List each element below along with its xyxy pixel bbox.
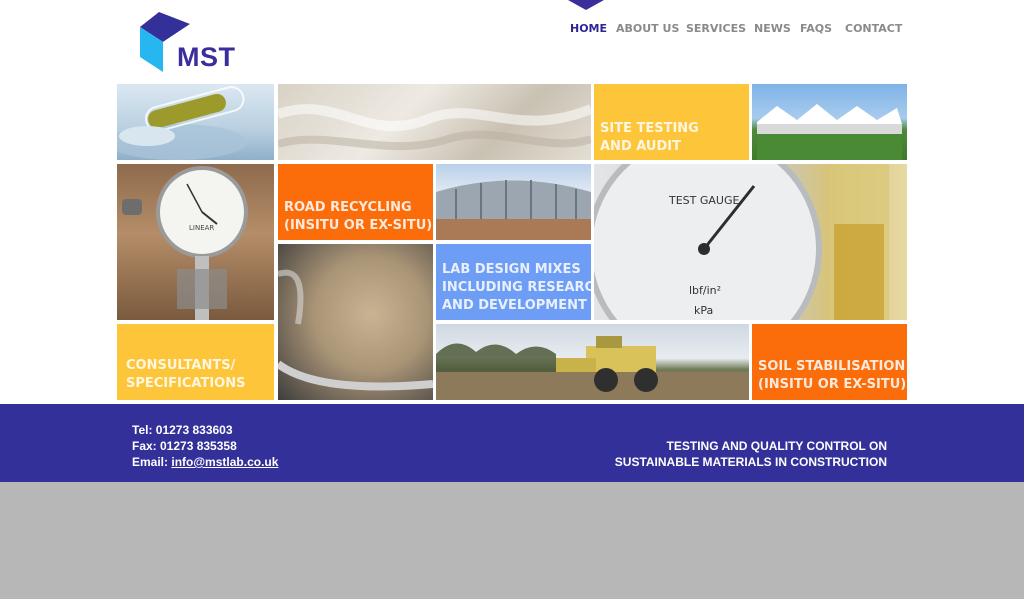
contact-fax: Fax: 01273 835358 xyxy=(132,439,237,453)
contact-tel: Tel: 01273 833603 xyxy=(132,423,233,437)
footer-bar: Tel: 01273 833603 Fax: 01273 835358 Emai… xyxy=(0,404,1024,482)
photo-dial-gauge[interactable]: LINEAR xyxy=(117,164,274,320)
photo-test-tube[interactable] xyxy=(117,84,274,160)
nav-news[interactable]: NEWS xyxy=(754,22,791,35)
tile-road-recycling-label: ROAD RECYCLING (INSITU OR EX-SITU) xyxy=(284,200,433,233)
photo-road-machine[interactable] xyxy=(436,324,749,400)
photo-aggregate-bowl[interactable] xyxy=(278,244,433,400)
contact-email-link[interactable]: info@mstlab.co.uk xyxy=(171,455,278,469)
tile-lab-design-label: LAB DESIGN MIXES INCLUDING RESEARCH AND … xyxy=(442,262,591,313)
tile-consultants[interactable]: CONSULTANTS/ SPECIFICATIONS xyxy=(117,324,274,400)
photo-test-gauge[interactable]: TEST GAUGE lbf/in² kPa xyxy=(594,164,907,320)
photo-construction-site[interactable] xyxy=(436,164,591,240)
tile-soil-stabilisation-label: SOIL STABILISATION (INSITU OR EX-SITU) xyxy=(758,359,907,392)
nav-home[interactable]: HOME xyxy=(570,22,607,35)
tile-site-testing-label: SITE TESTING AND AUDIT xyxy=(600,121,699,154)
tile-soil-stabilisation[interactable]: SOIL STABILISATION (INSITU OR EX-SITU) xyxy=(752,324,907,400)
photo-cement-texture[interactable] xyxy=(278,84,591,160)
test-gauge-title: TEST GAUGE xyxy=(668,194,739,207)
contact-details: Tel: 01273 833603 Fax: 01273 835358 Emai… xyxy=(132,422,278,470)
tile-consultants-label: CONSULTANTS/ SPECIFICATIONS xyxy=(126,358,246,391)
test-gauge-unit-kpa: kPa xyxy=(694,304,713,317)
company-tagline: TESTING AND QUALITY CONTROL ON SUSTAINAB… xyxy=(615,438,887,470)
nav-faqs[interactable]: FAQS xyxy=(800,22,832,35)
tagline-line-2: SUSTAINABLE MATERIALS IN CONSTRUCTION xyxy=(614,455,887,469)
tagline-line-1: TESTING AND QUALITY CONTROL ON xyxy=(666,439,887,453)
contact-email-row: Email: info@mstlab.co.uk xyxy=(132,454,278,470)
nav-contact[interactable]: CONTACT xyxy=(845,22,902,35)
test-gauge-unit-psi: lbf/in² xyxy=(689,284,721,297)
tile-site-testing[interactable]: SITE TESTING AND AUDIT xyxy=(594,84,749,160)
logo-wordmark[interactable]: MST xyxy=(177,42,236,72)
tile-lab-design[interactable]: LAB DESIGN MIXES INCLUDING RESEARCH AND … xyxy=(436,244,591,320)
nav-about-us[interactable]: ABOUT US xyxy=(616,22,679,35)
photo-stadium-tents[interactable] xyxy=(752,84,907,160)
nav-services[interactable]: SERVICES xyxy=(686,22,746,35)
page-header-area: MST HOME ABOUT US SERVICES NEWS FAQS CON… xyxy=(0,0,1024,404)
contact-email-label: Email: xyxy=(132,455,169,469)
tile-road-recycling[interactable]: ROAD RECYCLING (INSITU OR EX-SITU) xyxy=(278,164,433,240)
gauge-linear-text: LINEAR xyxy=(189,224,214,232)
active-nav-indicator xyxy=(568,0,604,10)
